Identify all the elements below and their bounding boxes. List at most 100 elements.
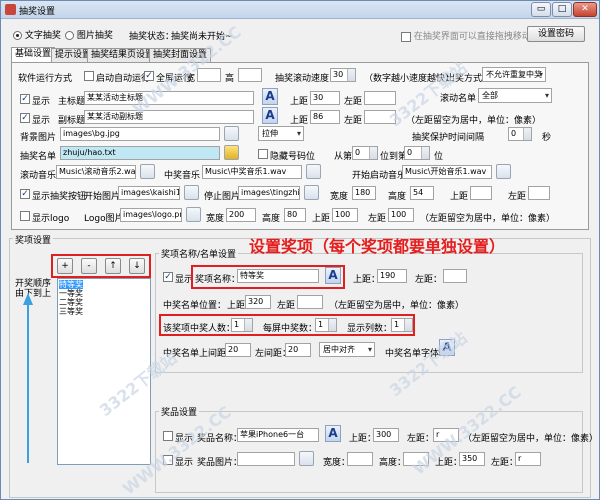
sub-left-label: 左距 [344,116,363,126]
music-label: 滚动音乐 [20,171,57,181]
show-sub-title-checkbox[interactable]: ✓ [20,113,30,123]
sub-title-input[interactable]: 某某活动副标题 [84,110,254,124]
minimize-button[interactable]: ▭ [531,2,551,17]
prize-name-label: 奖项名称： [195,275,241,285]
prize-name-input[interactable]: 特等奖 [237,269,319,283]
speaker-icon[interactable] [140,164,155,179]
hide-num-label: 隐藏号码位 [270,152,316,162]
browse-icon[interactable] [304,185,319,200]
align-select[interactable]: 居中对齐 [319,342,375,357]
cols-spinner[interactable]: 1 [391,318,413,332]
show-goods-checkbox[interactable] [163,431,173,441]
stop-img-input[interactable]: images\tingzhi1. [238,186,300,200]
main-left-input[interactable] [364,91,396,105]
show-prize-checkbox[interactable]: ✓ [163,272,173,282]
list-item[interactable]: 三等奖 [59,307,83,316]
goods-top-input[interactable]: 300 [373,428,399,442]
browse-icon[interactable] [299,451,314,466]
tab-basic[interactable]: 基础设置 [11,47,56,62]
main-left-label: 左距 [344,97,363,107]
maximize-button[interactable]: □ [552,2,572,17]
list-input[interactable]: zhuju/hao.txt [60,146,220,160]
order-select[interactable]: 不允许重复中奖 [482,67,546,82]
radio-text-lottery[interactable]: 文字抽奖 [13,28,61,41]
stretch-select[interactable]: 拉伸 [258,126,304,141]
show-main-title-checkbox[interactable]: ✓ [20,94,30,104]
show-logo-checkbox[interactable] [20,211,30,221]
move-up-button[interactable]: ↑ [105,258,121,274]
per-spinner[interactable]: 1 [315,318,337,332]
height-label: 高 [225,74,235,84]
speed-spinner[interactable]: 30 [330,68,356,82]
speaker-icon[interactable] [306,164,321,179]
browse-icon[interactable] [184,185,199,200]
win-music-input[interactable]: Music\中奖音乐1.wav [202,165,302,179]
gap-v-input[interactable]: 20 [225,343,251,357]
btn-left-label: 左距 [508,192,527,202]
pos-top-input[interactable]: 320 [245,295,271,309]
main-top-label: 上距 [290,97,309,107]
goods-left2-input[interactable]: r [515,452,541,466]
show-btn-checkbox[interactable]: ✓ [20,189,30,199]
main-top-input[interactable]: 30 [310,91,340,105]
keep-time-spinner[interactable]: 0 [508,127,532,141]
logo-input[interactable]: images\logo.png [120,208,182,222]
prize-left-label: 左距： [415,275,443,285]
to-spinner[interactable]: 0 [404,146,430,160]
radio-image-lottery[interactable]: 图片抽奖 [65,28,113,41]
btn-h-input[interactable]: 54 [410,186,434,200]
drag-checkbox[interactable] [401,31,411,42]
font-a-icon[interactable]: A [262,107,278,124]
logo-left-input[interactable]: 100 [388,208,414,222]
close-button[interactable]: ✕ [573,2,597,17]
drag-hint-text: 在抽奖界面可以直接拖拽移动 [413,32,531,42]
count-spinner[interactable]: 1 [231,318,253,332]
font-a-icon[interactable]: A [325,267,341,284]
logo-top-input[interactable]: 100 [332,208,358,222]
start-img-input[interactable]: images\kaishi1.p [118,186,180,200]
window-height-input[interactable] [238,68,262,82]
hide-num-checkbox[interactable] [258,149,268,159]
btn-top-input[interactable] [470,186,492,200]
folder-icon[interactable] [224,145,239,160]
btn-left-input[interactable] [528,186,550,200]
music-input[interactable]: Music\滚动音乐2.wav [56,165,136,179]
sec-label: 秒 [542,133,552,143]
remove-prize-button[interactable]: - [81,258,97,274]
gap-h-input[interactable]: 20 [285,343,311,357]
per-label: 每屏中奖数： [263,324,318,334]
goods-top2-input[interactable]: 350 [459,452,485,466]
goods-img-input[interactable] [237,452,295,466]
add-prize-button[interactable]: + [57,258,73,274]
tab-result[interactable]: 抽奖结果页设置 [87,48,159,62]
goods-name-input[interactable]: 苹果iPhone6一台 [237,428,319,442]
auto-start-checkbox[interactable] [84,71,94,81]
btn-w-input[interactable]: 180 [352,186,376,200]
drag-hint: 在抽奖界面可以直接拖拽移动 [401,29,531,42]
prize-top-input[interactable]: 190 [377,269,407,283]
logo-w-input[interactable]: 200 [226,208,256,222]
logo-w-label: 宽度 [206,214,225,224]
goods-top-label: 上距： [349,434,377,444]
logo-h-input[interactable]: 80 [284,208,306,222]
speaker-icon[interactable] [496,164,511,179]
goods-group-title: 奖品设置 [159,405,200,418]
browse-icon[interactable] [224,126,239,141]
bg-input[interactable]: images\bg.jpg [60,127,220,141]
set-password-button[interactable]: 设置密码 [527,26,585,42]
list-item[interactable]: 一等奖 [59,289,83,298]
scroll-name-select[interactable]: 全部 [478,88,552,103]
list-item[interactable]: 二等奖 [59,298,83,307]
move-down-button[interactable]: ↓ [129,258,145,274]
list-item[interactable]: 特等奖 [59,280,83,289]
fullscreen-checkbox[interactable]: ✓ [144,71,154,81]
sub-top-input[interactable]: 86 [310,110,340,124]
goods-w-input[interactable] [347,452,373,466]
font-a-icon[interactable]: A [262,88,278,105]
from-spinner[interactable]: 0 [352,146,378,160]
browse-icon[interactable] [186,207,201,222]
font-a-icon[interactable]: A [325,425,341,442]
pos-left-input[interactable] [297,295,323,309]
start-music-input[interactable]: Music\开始音乐1.wav [402,165,492,179]
prize-left-input[interactable] [443,269,467,283]
